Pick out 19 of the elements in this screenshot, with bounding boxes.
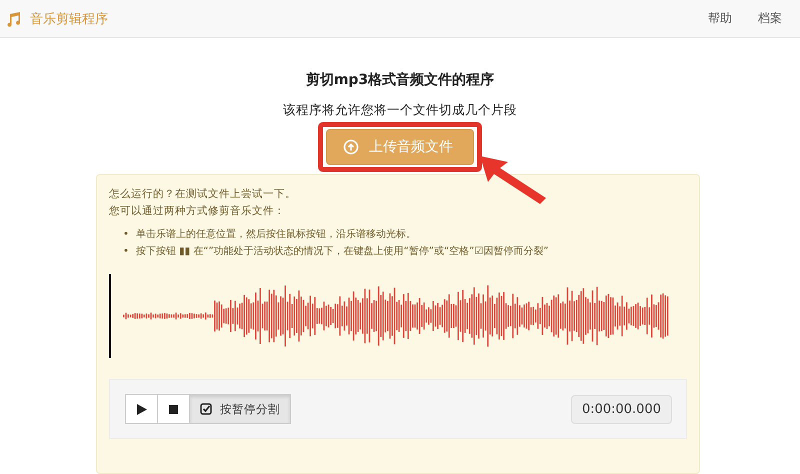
checkbox-icon [200, 403, 212, 415]
time-display: 0:00:00.000 [570, 394, 672, 424]
page-heading: 剪切mp3格式音频文件的程序 [306, 71, 494, 89]
stop-button[interactable] [157, 394, 190, 424]
bullet-marker: • [123, 228, 129, 242]
split-on-pause-toggle[interactable]: 按暂停分割 [189, 394, 291, 424]
music-note-icon [6, 10, 22, 26]
nav-link[interactable]: 档案 [758, 10, 782, 27]
play-button[interactable] [125, 394, 158, 424]
play-icon [136, 404, 146, 414]
stop-icon [169, 404, 178, 414]
instruction-bullet: 按下按钮 ▮▮ 在“”功能处于活动状态的情况下，在键盘上使用“暂停”或“空格”☑因暂停而分裂” [136, 245, 548, 259]
nav-link[interactable]: 帮助 [708, 10, 732, 27]
instruction-text: 您可以通过两种方式修剪音乐文件： [109, 204, 286, 218]
upload-icon [343, 139, 359, 155]
bullet-marker: • [123, 245, 129, 259]
page-subtitle: 该程序将允许您将一个文件切成几个片段 [283, 102, 517, 119]
instruction-text: 怎么运行的？在测试文件上尝试一下。 [109, 187, 297, 201]
instruction-bullet: 单击乐谱上的任意位置，然后按住鼠标按钮，沿乐谱移动光标。 [136, 228, 416, 242]
